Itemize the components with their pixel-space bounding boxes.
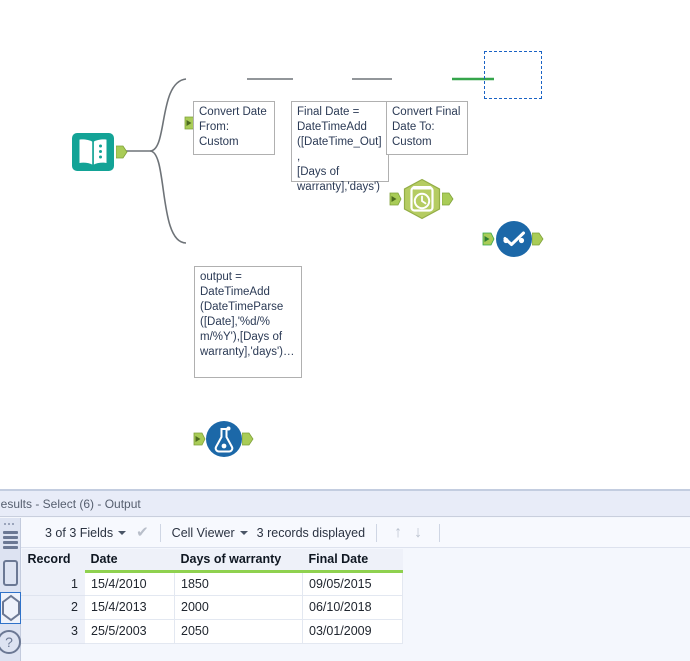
node-datetime-2[interactable] xyxy=(389,178,454,220)
results-title-text: Results - Select (6) - Output xyxy=(0,497,141,511)
column-header-days-of-warranty[interactable]: Days of warranty xyxy=(174,549,303,573)
rounded-box-icon[interactable] xyxy=(3,560,18,586)
question-mark-icon[interactable]: ? xyxy=(0,628,21,656)
cell-final-date[interactable]: 06/10/2018 xyxy=(302,594,403,620)
cell-final-date[interactable]: 09/05/2015 xyxy=(302,570,403,596)
input-nub-select-1[interactable] xyxy=(482,232,495,246)
workflow-canvas[interactable]: Convert Date From: Custom Final Date = D… xyxy=(0,0,690,489)
output-nub-input-data[interactable] xyxy=(116,145,128,159)
annotation-convert-date-from[interactable]: Convert Date From: Custom xyxy=(193,101,275,155)
alteryx-designer-window: Convert Date From: Custom Final Date = D… xyxy=(0,0,690,661)
cell-record: 3 xyxy=(21,618,85,644)
cell-date[interactable]: 15/4/2010 xyxy=(84,570,175,596)
cell-record: 2 xyxy=(21,594,85,620)
scroll-down-button[interactable]: ↓ xyxy=(408,524,428,541)
results-panel: Results - Select (6) - Output ? 3 of 3 F… xyxy=(0,489,690,661)
select-check-icon xyxy=(496,221,532,257)
records-displayed-label: 3 records displayed xyxy=(256,525,366,540)
output-nub-select-1[interactable] xyxy=(532,232,544,246)
cell-days-of-warranty[interactable]: 2050 xyxy=(174,618,303,644)
selection-marquee xyxy=(484,51,542,99)
chevron-down-icon[interactable] xyxy=(239,530,248,535)
results-icon-rail[interactable]: ? xyxy=(0,518,21,661)
cell-record: 1 xyxy=(21,570,85,596)
clock-icon xyxy=(403,178,441,220)
column-header-date[interactable]: Date xyxy=(84,549,175,573)
results-toolbar[interactable]: 3 of 3 Fields ✔ Cell Viewer 3 records di… xyxy=(21,518,690,548)
results-title-bar: Results - Select (6) - Output xyxy=(0,491,690,517)
hexagon-icon[interactable] xyxy=(0,592,21,624)
list-lines-icon[interactable] xyxy=(0,529,21,553)
grip-dots-icon[interactable] xyxy=(0,520,21,528)
cell-days-of-warranty[interactable]: 2000 xyxy=(174,594,303,620)
chevron-down-icon[interactable] xyxy=(118,530,127,535)
table-row[interactable]: 3 25/5/2003 2050 03/01/2009 xyxy=(21,618,403,644)
annotation-convert-final-date-to[interactable]: Convert Final Date To: Custom xyxy=(386,101,468,155)
node-formula-2[interactable] xyxy=(193,420,254,457)
fields-label: 3 of 3 Fields xyxy=(45,525,114,540)
annotation-final-date-formula[interactable]: Final Date = DateTimeAdd ([DateTime_Out]… xyxy=(291,101,389,193)
cell-days-of-warranty[interactable]: 1850 xyxy=(174,570,303,596)
results-data-grid[interactable]: Record Date Days of warranty Final Date … xyxy=(21,549,690,661)
checkmark-icon[interactable]: ✔ xyxy=(136,525,149,540)
input-nub-datetime-2[interactable] xyxy=(389,192,402,206)
connection-wires xyxy=(124,77,494,244)
svg-text:?: ? xyxy=(5,634,13,650)
table-row[interactable]: 2 15/4/2013 2000 06/10/2018 xyxy=(21,594,403,620)
results-table: Record Date Days of warranty Final Date … xyxy=(21,549,403,644)
input-nub-formula-2[interactable] xyxy=(193,432,206,446)
cell-viewer-selector[interactable]: Cell Viewer xyxy=(172,526,248,540)
cell-date[interactable]: 15/4/2013 xyxy=(84,594,175,620)
cell-final-date[interactable]: 03/01/2009 xyxy=(302,618,403,644)
output-nub-formula-2[interactable] xyxy=(242,432,254,446)
scroll-up-button[interactable]: ↑ xyxy=(388,524,408,541)
column-header-record[interactable]: Record xyxy=(21,549,85,573)
toolbar-divider-2 xyxy=(376,523,378,542)
node-input-data[interactable] xyxy=(68,127,128,171)
column-header-final-date[interactable]: Final Date xyxy=(302,549,403,573)
cell-date[interactable]: 25/5/2003 xyxy=(84,618,175,644)
flask-icon xyxy=(206,421,242,457)
table-row[interactable]: 1 15/4/2010 1850 09/05/2015 xyxy=(21,570,403,596)
node-select-1[interactable] xyxy=(482,220,544,257)
cell-viewer-label: Cell Viewer xyxy=(171,525,235,540)
toolbar-divider-1 xyxy=(159,523,161,542)
book-icon xyxy=(72,133,114,171)
fields-selector[interactable]: 3 of 3 Fields xyxy=(45,525,127,540)
table-header-row: Record Date Days of warranty Final Date xyxy=(21,549,403,573)
output-nub-datetime-2[interactable] xyxy=(442,192,454,206)
toolbar-divider-3 xyxy=(439,523,441,542)
annotation-output-formula[interactable]: output = DateTimeAdd (DateTimeParse ([Da… xyxy=(194,266,302,378)
